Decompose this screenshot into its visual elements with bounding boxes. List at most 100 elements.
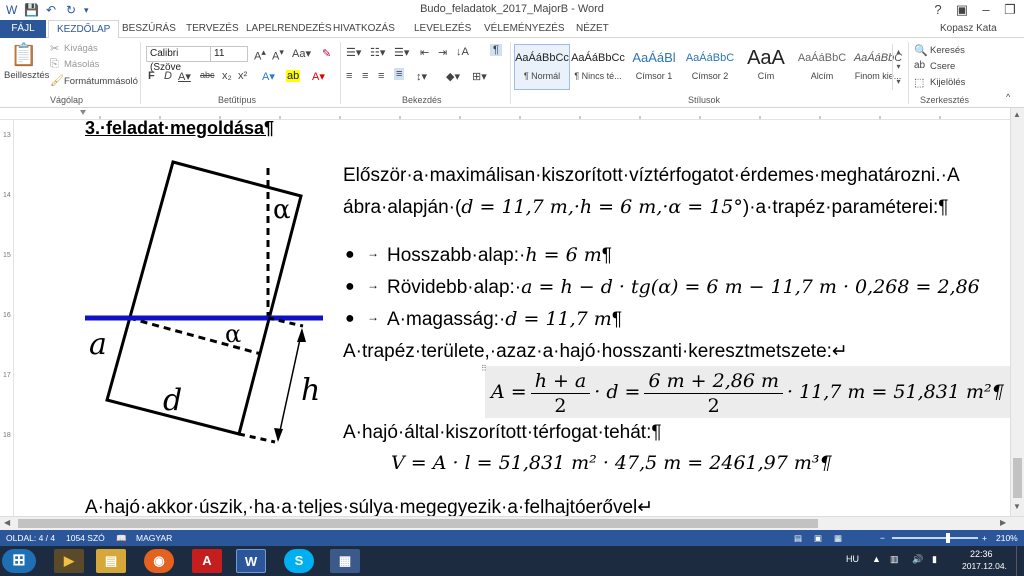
grow-font-icon[interactable]: A▴ bbox=[254, 47, 266, 63]
copy-button[interactable]: Másolás bbox=[64, 59, 99, 70]
style-heading-2[interactable]: AaÁáBbC Címsor 2 bbox=[682, 44, 738, 90]
tab-home[interactable]: KEZDŐLAP bbox=[48, 20, 120, 39]
word-taskbar-icon[interactable]: W bbox=[236, 549, 266, 573]
replace-button[interactable]: Csere bbox=[930, 61, 955, 72]
user-name[interactable]: Kopasz Kata bbox=[932, 20, 1005, 38]
acrobat-icon[interactable]: A bbox=[192, 549, 222, 573]
style-no-spacing[interactable]: AaÁáBbCc ¶ Nincs té... bbox=[570, 44, 626, 90]
zoom-in-icon[interactable]: + bbox=[982, 530, 987, 546]
subscript-icon[interactable]: x₂ bbox=[222, 70, 232, 82]
proofing-icon[interactable]: 📖 bbox=[116, 530, 127, 546]
select-button[interactable]: Kijelölés bbox=[930, 77, 965, 88]
find-button[interactable]: Keresés bbox=[930, 45, 965, 56]
tray-chevron-icon[interactable]: ▲ bbox=[872, 554, 881, 564]
volume-icon[interactable]: 🔊 bbox=[912, 554, 923, 565]
increase-indent-icon[interactable]: ⇥ bbox=[438, 46, 447, 59]
font-name-box[interactable]: Calibri (Szöve bbox=[146, 46, 212, 73]
format-painter-button[interactable]: Formátummásoló bbox=[64, 76, 138, 87]
equation-handle-icon[interactable]: ⠿ bbox=[481, 364, 487, 373]
format-painter-icon[interactable]: 🖌 bbox=[50, 74, 64, 87]
style-title[interactable]: AaA Cím bbox=[738, 44, 794, 90]
multilevel-list-icon[interactable]: ☰▾ bbox=[394, 46, 409, 59]
sort-icon[interactable]: ↓A bbox=[456, 46, 469, 58]
input-language[interactable]: HU bbox=[846, 554, 859, 564]
page-count[interactable]: OLDAL: 4 / 4 bbox=[6, 530, 55, 546]
paste-button[interactable]: Beillesztés bbox=[4, 70, 49, 81]
document-page[interactable]: 3.·feladat·megoldása¶ α α a d h Először·… bbox=[15, 120, 1010, 516]
collapse-ribbon-icon[interactable]: ^ bbox=[1006, 92, 1010, 102]
minimize-icon[interactable]: – bbox=[974, 1, 998, 19]
hscroll-thumb[interactable] bbox=[18, 519, 818, 528]
line-spacing-icon[interactable]: ↕▾ bbox=[416, 70, 427, 83]
media-player-icon[interactable]: ▶ bbox=[54, 549, 84, 573]
zoom-slider-thumb[interactable] bbox=[946, 533, 950, 543]
read-mode-icon[interactable]: ▤ bbox=[794, 530, 802, 546]
battery-icon[interactable]: ▮ bbox=[932, 554, 937, 565]
shrink-font-icon[interactable]: A▾ bbox=[272, 47, 284, 63]
tab-references[interactable]: HIVATKOZÁS bbox=[325, 20, 403, 38]
clear-formatting-icon[interactable]: ✎ bbox=[322, 47, 331, 60]
paste-icon[interactable]: 📋 bbox=[8, 42, 40, 70]
horizontal-ruler[interactable] bbox=[0, 108, 1024, 120]
vertical-ruler[interactable]: 13 14 15 16 17 18 bbox=[0, 120, 14, 516]
scroll-thumb[interactable] bbox=[1013, 458, 1022, 498]
justify-icon[interactable]: ≡ bbox=[394, 68, 405, 80]
font-size-box[interactable]: 11 bbox=[210, 46, 248, 62]
decrease-indent-icon[interactable]: ⇤ bbox=[420, 46, 429, 59]
find-icon[interactable]: 🔍 bbox=[914, 44, 928, 57]
style-heading-1[interactable]: AaÁáBl Címsor 1 bbox=[626, 44, 682, 90]
horizontal-scrollbar[interactable]: ◀ ▶ bbox=[0, 516, 1024, 530]
align-right-icon[interactable]: ≡ bbox=[378, 70, 384, 82]
zoom-slider[interactable] bbox=[892, 537, 978, 539]
clock-date[interactable]: 2017.12.04. bbox=[962, 561, 1007, 571]
shading-icon[interactable]: ◆▾ bbox=[446, 70, 460, 83]
text-effects-icon[interactable]: A▾ bbox=[262, 70, 275, 83]
vertical-scrollbar[interactable]: ▲ ▼ bbox=[1010, 108, 1024, 516]
language[interactable]: MAGYAR bbox=[136, 530, 172, 546]
tab-file[interactable]: FÁJL bbox=[0, 20, 46, 38]
skype-icon[interactable]: S bbox=[284, 549, 314, 573]
scroll-up-icon[interactable]: ▲ bbox=[1013, 110, 1021, 119]
style-subtitle[interactable]: AaÁáBbC Alcím bbox=[794, 44, 850, 90]
zoom-out-icon[interactable]: − bbox=[880, 530, 885, 546]
cut-button[interactable]: Kivágás bbox=[64, 43, 98, 54]
bullets-icon[interactable]: ☰▾ bbox=[346, 46, 361, 59]
styles-scroll[interactable]: ▴ ▾ ▾ bbox=[892, 44, 904, 90]
network-icon[interactable]: ▥ bbox=[890, 554, 899, 565]
cut-icon[interactable]: ✂ bbox=[50, 42, 59, 55]
strikethrough-icon[interactable]: abc bbox=[200, 70, 215, 80]
bold-icon[interactable]: F bbox=[148, 70, 155, 82]
font-color-icon[interactable]: A▾ bbox=[312, 70, 325, 83]
select-icon[interactable]: ⬚ bbox=[914, 76, 924, 89]
replace-icon[interactable]: ab bbox=[914, 60, 925, 71]
numbering-icon[interactable]: ☷▾ bbox=[370, 46, 385, 59]
tab-review[interactable]: VÉLEMÉNYEZÉS bbox=[476, 20, 573, 38]
tab-mailings[interactable]: LEVELEZÉS bbox=[406, 20, 479, 38]
file-explorer-icon[interactable]: ▤ bbox=[96, 549, 126, 573]
web-layout-icon[interactable]: ▦ bbox=[834, 530, 842, 546]
copy-icon[interactable]: ⎘ bbox=[50, 58, 59, 71]
scroll-left-icon[interactable]: ◀ bbox=[4, 518, 10, 527]
notepad-icon[interactable]: ▦ bbox=[330, 549, 360, 573]
ribbon-display-icon[interactable]: ▣ bbox=[950, 1, 974, 19]
scroll-right-icon[interactable]: ▶ bbox=[1000, 518, 1006, 527]
show-desktop-button[interactable] bbox=[1016, 546, 1024, 576]
clock-time[interactable]: 22:36 bbox=[970, 549, 993, 559]
superscript-icon[interactable]: x² bbox=[238, 70, 247, 82]
borders-icon[interactable]: ⊞▾ bbox=[472, 70, 487, 83]
highlight-icon[interactable]: ab bbox=[286, 70, 301, 82]
firefox-icon[interactable]: ◉ bbox=[144, 549, 174, 573]
zoom-level[interactable]: 210% bbox=[996, 530, 1018, 546]
underline-icon[interactable]: A▾ bbox=[178, 70, 191, 83]
maximize-icon[interactable]: ❐ bbox=[998, 1, 1022, 19]
word-count[interactable]: 1054 SZÓ bbox=[66, 530, 105, 546]
align-left-icon[interactable]: ≡ bbox=[346, 70, 352, 82]
tab-insert[interactable]: BESZÚRÁS bbox=[114, 20, 184, 38]
print-layout-icon[interactable]: ▣ bbox=[814, 530, 822, 546]
start-icon[interactable]: ⊞ bbox=[2, 549, 36, 573]
change-case-icon[interactable]: Aa▾ bbox=[292, 47, 311, 60]
italic-icon[interactable]: D bbox=[164, 70, 172, 82]
tab-design[interactable]: TERVEZÉS bbox=[178, 20, 247, 38]
tab-view[interactable]: NÉZET bbox=[568, 20, 617, 38]
show-marks-icon[interactable]: ¶ bbox=[490, 44, 502, 56]
